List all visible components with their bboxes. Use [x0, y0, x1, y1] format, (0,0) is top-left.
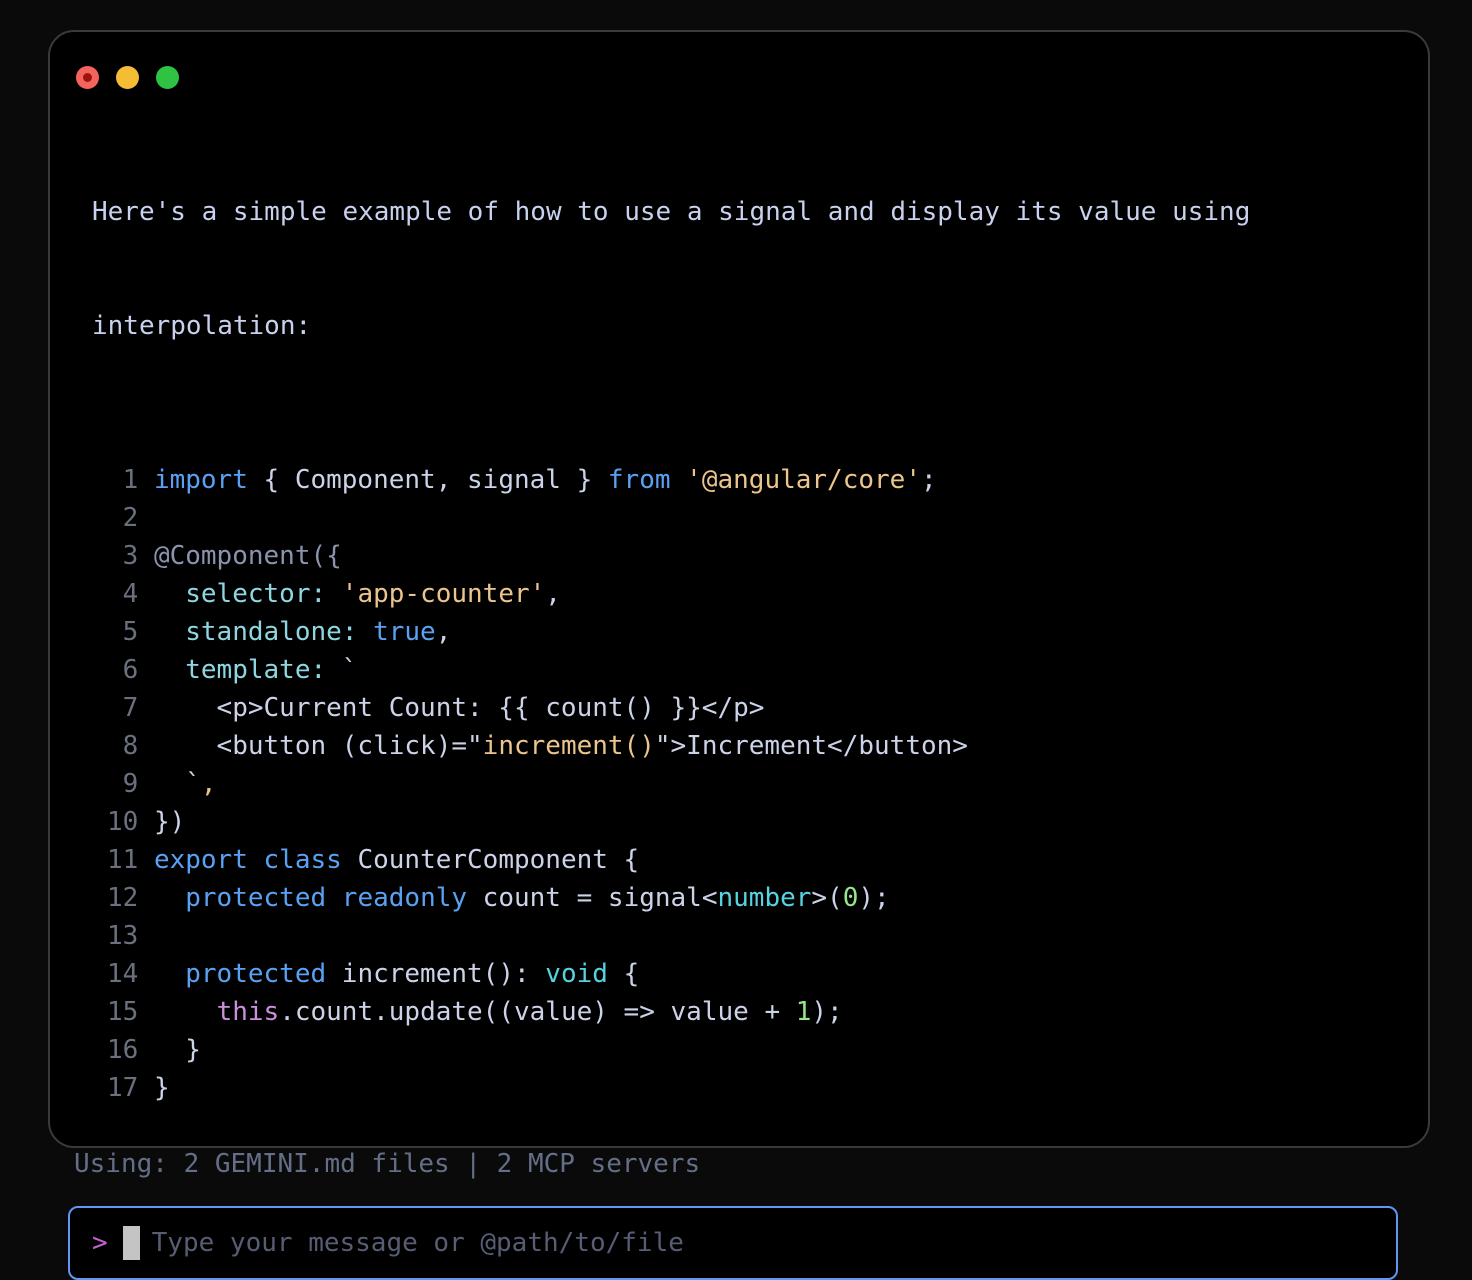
intro-line-1: Here's a simple example of how to use a …: [92, 193, 1428, 231]
line-number: 2: [107, 499, 138, 537]
code-tokens: }: [154, 1073, 170, 1103]
line-number: 6: [107, 651, 138, 689]
message-input-box[interactable]: > Type your message or @path/to/file: [68, 1206, 1398, 1280]
line-number: 15: [107, 993, 138, 1031]
code-line: 16 }: [107, 1031, 1428, 1069]
line-number: 5: [107, 613, 138, 651]
line-number: 17: [107, 1069, 138, 1107]
code-tokens: this.count.update((value) => value + 1);: [154, 997, 843, 1027]
code-line: 11 export class CounterComponent {: [107, 841, 1428, 879]
code-line: 5 standalone: true,: [107, 613, 1428, 651]
code-tokens: }: [154, 1035, 201, 1065]
code-tokens: protected readonly count = signal<number…: [154, 883, 890, 913]
code-block: 1 import { Component, signal } from '@ang…: [107, 461, 1428, 1107]
status-text: Using: 2 GEMINI.md files | 2 MCP servers: [74, 1145, 1428, 1183]
intro-line-2: interpolation:: [92, 307, 1428, 345]
prompt-char: >: [92, 1228, 108, 1258]
maximize-button[interactable]: [156, 66, 179, 89]
code-line: 12 protected readonly count = signal<num…: [107, 879, 1428, 917]
code-line: 3 @Component({: [107, 537, 1428, 575]
code-line: 17}: [107, 1069, 1428, 1107]
line-number: 7: [107, 689, 138, 727]
code-tokens: protected increment(): void {: [154, 959, 639, 989]
code-tokens: import { Component, signal } from '@angu…: [154, 465, 937, 495]
code-tokens: <button (click)="increment()">Increment<…: [154, 731, 968, 761]
line-number: 1: [107, 461, 138, 499]
line-number: 8: [107, 727, 138, 765]
code-line: 6 template: `: [107, 651, 1428, 689]
code-tokens: template: `: [154, 655, 358, 685]
code-line: 15 this.count.update((value) => value + …: [107, 993, 1428, 1031]
code-line: 13: [107, 917, 1428, 955]
line-number: 11: [107, 841, 138, 879]
code-line: 1 import { Component, signal } from '@ang…: [107, 461, 1428, 499]
line-number: 14: [107, 955, 138, 993]
code-tokens: <p>Current Count: {{ count() }}</p>: [154, 693, 764, 723]
line-number: 4: [107, 575, 138, 613]
input-placeholder: Type your message or @path/to/file: [152, 1228, 684, 1258]
line-number: 10: [107, 803, 138, 841]
code-tokens: `,: [154, 769, 217, 799]
code-line: 2: [107, 499, 1428, 537]
code-tokens: standalone: true,: [154, 617, 451, 647]
code-tokens: selector: 'app-counter',: [154, 579, 561, 609]
code-line: 4 selector: 'app-counter',: [107, 575, 1428, 613]
code-line: 10}): [107, 803, 1428, 841]
code-tokens: }): [154, 807, 185, 837]
code-tokens: export class CounterComponent {: [154, 845, 639, 875]
terminal-window: Here's a simple example of how to use a …: [48, 30, 1430, 1148]
line-number: 12: [107, 879, 138, 917]
code-line: 7 <p>Current Count: {{ count() }}</p>: [107, 689, 1428, 727]
code-tokens: @Component({: [154, 541, 342, 571]
line-number: 3: [107, 537, 138, 575]
minimize-button[interactable]: [116, 66, 139, 89]
code-line: 9 `,: [107, 765, 1428, 803]
close-button[interactable]: [76, 66, 99, 89]
code-line: 8 <button (click)="increment()">Incremen…: [107, 727, 1428, 765]
intro-text: Here's a simple example of how to use a …: [92, 117, 1428, 421]
titlebar: [76, 66, 1428, 89]
text-cursor: [123, 1226, 140, 1260]
line-number: 16: [107, 1031, 138, 1069]
line-number: 9: [107, 765, 138, 803]
code-line: 14 protected increment(): void {: [107, 955, 1428, 993]
line-number: 13: [107, 917, 138, 955]
